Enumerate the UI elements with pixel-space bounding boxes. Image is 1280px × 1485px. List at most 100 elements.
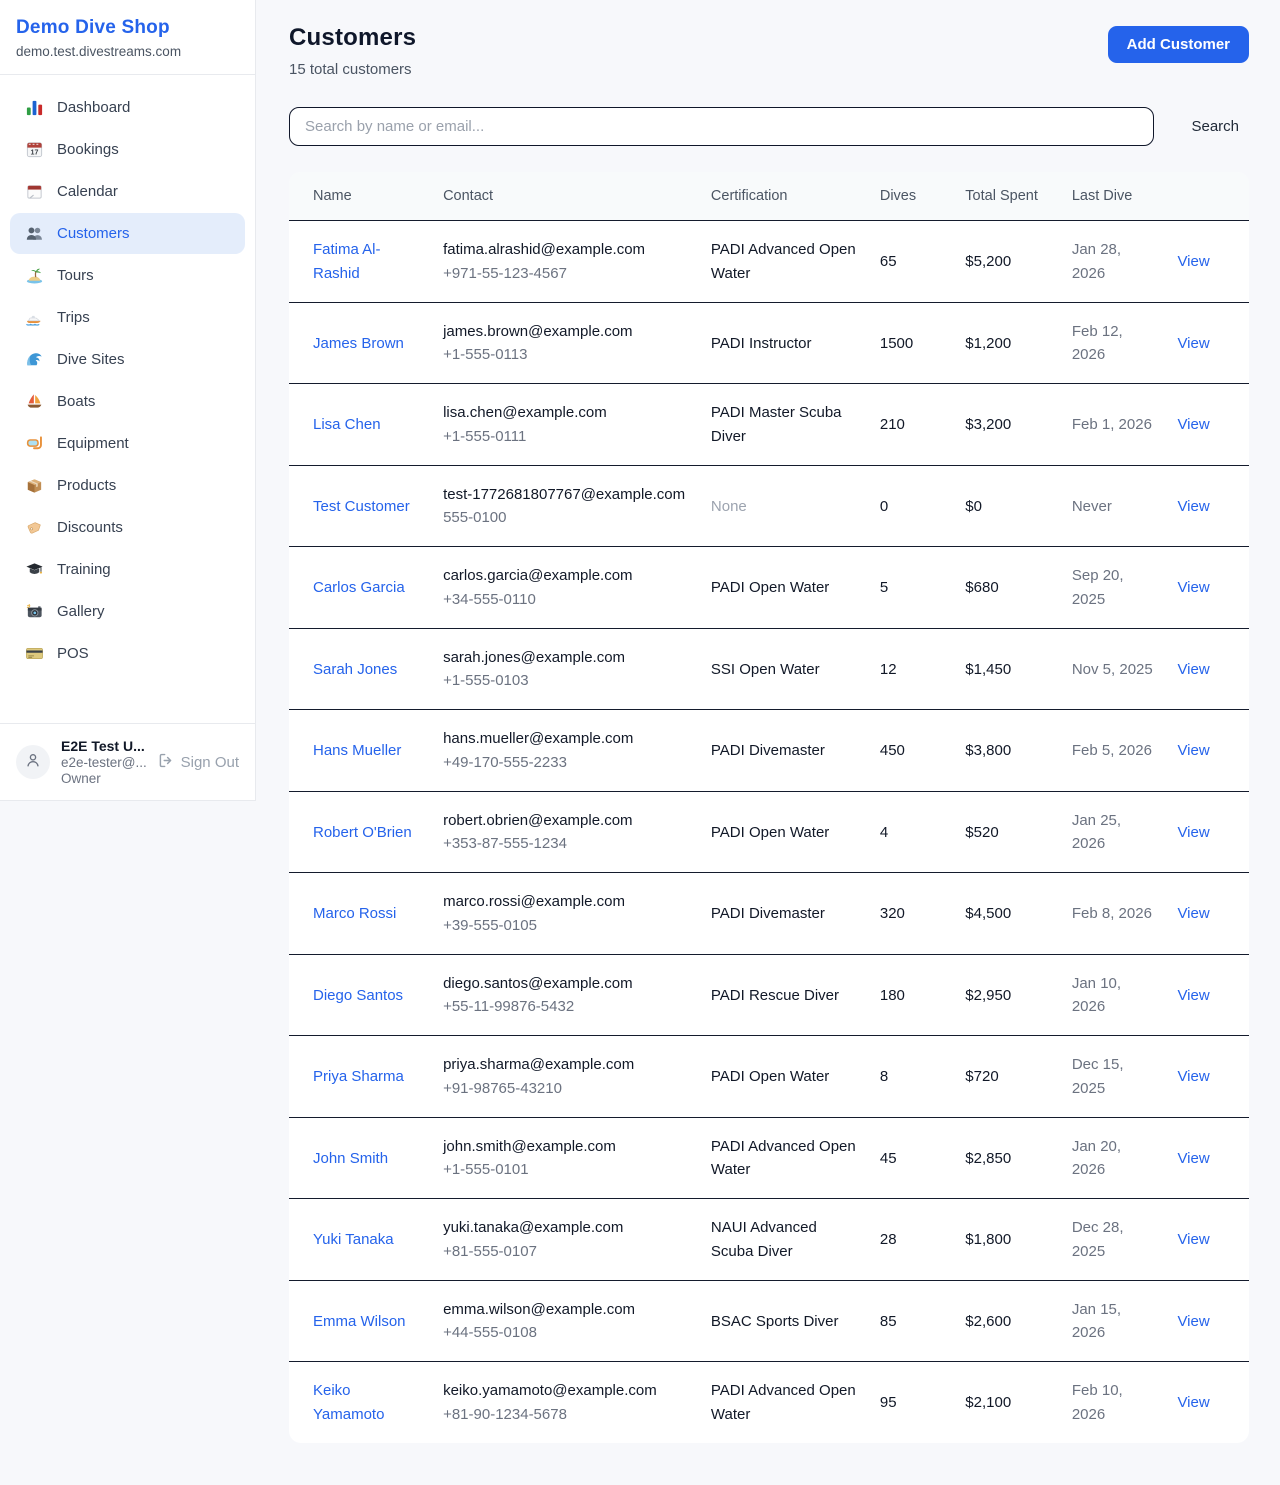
customer-name-link[interactable]: Emma Wilson bbox=[313, 1313, 406, 1330]
search-input[interactable] bbox=[289, 107, 1154, 146]
customer-name-link[interactable]: Sarah Jones bbox=[313, 661, 397, 678]
customer-name-link[interactable]: Lisa Chen bbox=[313, 416, 381, 433]
sidebar-item-discounts[interactable]: Discounts bbox=[10, 507, 245, 548]
customer-email: sarah.jones@example.com bbox=[443, 646, 687, 669]
credit-card-icon bbox=[24, 644, 44, 664]
customer-email: diego.santos@example.com bbox=[443, 972, 687, 995]
dives-cell: 28 bbox=[868, 1199, 953, 1281]
sign-out-button[interactable]: Sign Out bbox=[157, 752, 239, 773]
customer-phone: +1-555-0111 bbox=[443, 425, 687, 448]
view-link[interactable]: View bbox=[1177, 824, 1209, 841]
last-dive-cell: Jan 28, 2026 bbox=[1060, 221, 1166, 303]
customer-name-link[interactable]: Priya Sharma bbox=[313, 1068, 404, 1085]
sidebar-item-boats[interactable]: Boats bbox=[10, 381, 245, 422]
contact-cell: robert.obrien@example.com+353-87-555-123… bbox=[431, 791, 699, 873]
customer-name-link[interactable]: Robert O'Brien bbox=[313, 824, 412, 841]
view-link[interactable]: View bbox=[1177, 661, 1209, 678]
dives-cell: 450 bbox=[868, 710, 953, 792]
brand: Demo Dive Shop demo.test.divestreams.com bbox=[0, 0, 255, 75]
column-header-last-dive: Last Dive bbox=[1060, 172, 1166, 221]
view-link[interactable]: View bbox=[1177, 742, 1209, 759]
view-link[interactable]: View bbox=[1177, 579, 1209, 596]
certification-cell: PADI Master Scuba Diver bbox=[699, 384, 868, 466]
view-link[interactable]: View bbox=[1177, 987, 1209, 1004]
last-dive-cell: Dec 15, 2025 bbox=[1060, 1036, 1166, 1118]
sidebar-item-dive-sites[interactable]: Dive Sites bbox=[10, 339, 245, 380]
view-link[interactable]: View bbox=[1177, 1150, 1209, 1167]
dives-cell: 95 bbox=[868, 1362, 953, 1443]
user-role: Owner bbox=[61, 771, 146, 786]
last-dive-cell: Feb 12, 2026 bbox=[1060, 302, 1166, 384]
sidebar-item-tours[interactable]: Tours bbox=[10, 255, 245, 296]
dives-cell: 180 bbox=[868, 954, 953, 1036]
dives-cell: 45 bbox=[868, 1117, 953, 1199]
view-link[interactable]: View bbox=[1177, 335, 1209, 352]
customer-name-link[interactable]: Fatima Al-Rashid bbox=[313, 241, 381, 281]
customer-phone: +1-555-0101 bbox=[443, 1158, 687, 1181]
dive-mask-icon bbox=[24, 434, 44, 454]
contact-cell: lisa.chen@example.com+1-555-0111 bbox=[431, 384, 699, 466]
customer-phone: +1-555-0113 bbox=[443, 343, 687, 366]
view-link[interactable]: View bbox=[1177, 416, 1209, 433]
customer-phone: +39-555-0105 bbox=[443, 914, 687, 937]
table-row: Yuki Tanaka yuki.tanaka@example.com+81-55… bbox=[289, 1199, 1249, 1281]
customer-name-link[interactable]: Marco Rossi bbox=[313, 905, 396, 922]
view-link[interactable]: View bbox=[1177, 1231, 1209, 1248]
customer-email: james.brown@example.com bbox=[443, 320, 687, 343]
customer-name-link[interactable]: Yuki Tanaka bbox=[313, 1231, 394, 1248]
sidebar-item-products[interactable]: Products bbox=[10, 465, 245, 506]
avatar bbox=[16, 745, 50, 779]
speedboat-icon bbox=[24, 308, 44, 328]
sidebar-item-pos[interactable]: POS bbox=[10, 633, 245, 674]
sidebar-item-label: Dive Sites bbox=[57, 351, 125, 368]
main-content: Customers 15 total customers Add Custome… bbox=[256, 0, 1280, 1467]
view-link[interactable]: View bbox=[1177, 905, 1209, 922]
contact-cell: test-1772681807767@example.com555-0100 bbox=[431, 465, 699, 547]
sidebar-item-calendar[interactable]: Calendar bbox=[10, 171, 245, 212]
customer-email: robert.obrien@example.com bbox=[443, 809, 687, 832]
customer-email: priya.sharma@example.com bbox=[443, 1053, 687, 1076]
customer-name-link[interactable]: James Brown bbox=[313, 335, 404, 352]
view-link[interactable]: View bbox=[1177, 253, 1209, 270]
view-link[interactable]: View bbox=[1177, 1068, 1209, 1085]
customer-name-link[interactable]: Diego Santos bbox=[313, 987, 403, 1004]
sidebar-item-trips[interactable]: Trips bbox=[10, 297, 245, 338]
customer-phone: +81-555-0107 bbox=[443, 1240, 687, 1263]
customer-name-link[interactable]: Test Customer bbox=[313, 498, 410, 515]
table-row: Lisa Chen lisa.chen@example.com+1-555-011… bbox=[289, 384, 1249, 466]
view-link[interactable]: View bbox=[1177, 1313, 1209, 1330]
view-link[interactable]: View bbox=[1177, 498, 1209, 515]
contact-cell: keiko.yamamoto@example.com+81-90-1234-56… bbox=[431, 1362, 699, 1443]
sidebar-item-label: POS bbox=[57, 645, 89, 662]
sidebar-item-customers[interactable]: Customers bbox=[10, 213, 245, 254]
certification-cell: PADI Advanced Open Water bbox=[699, 221, 868, 303]
customers-icon bbox=[24, 224, 44, 244]
search-button[interactable]: Search bbox=[1181, 110, 1249, 143]
customer-name-link[interactable]: Hans Mueller bbox=[313, 742, 401, 759]
total-spent-cell: $2,850 bbox=[953, 1117, 1060, 1199]
contact-cell: yuki.tanaka@example.com+81-555-0107 bbox=[431, 1199, 699, 1281]
customer-email: hans.mueller@example.com bbox=[443, 727, 687, 750]
customer-name-link[interactable]: Carlos Garcia bbox=[313, 579, 405, 596]
contact-cell: emma.wilson@example.com+44-555-0108 bbox=[431, 1280, 699, 1362]
sidebar-item-training[interactable]: Training bbox=[10, 549, 245, 590]
sidebar-item-dashboard[interactable]: Dashboard bbox=[10, 87, 245, 128]
last-dive-cell: Feb 8, 2026 bbox=[1060, 873, 1166, 955]
customer-name-link[interactable]: John Smith bbox=[313, 1150, 388, 1167]
customer-name-link[interactable]: Keiko Yamamoto bbox=[313, 1382, 384, 1422]
brand-name[interactable]: Demo Dive Shop bbox=[16, 17, 239, 39]
table-row: Diego Santosdiego.santos@example.com+55-… bbox=[289, 954, 1249, 1036]
sidebar-item-equipment[interactable]: Equipment bbox=[10, 423, 245, 464]
sidebar-item-label: Equipment bbox=[57, 435, 129, 452]
total-spent-cell: $2,600 bbox=[953, 1280, 1060, 1362]
sidebar-item-label: Products bbox=[57, 477, 116, 494]
column-header-name: Name bbox=[289, 172, 431, 221]
contact-cell: john.smith@example.com+1-555-0101 bbox=[431, 1117, 699, 1199]
sidebar-item-gallery[interactable]: Gallery bbox=[10, 591, 245, 632]
table-row: Priya Sharmapriya.sharma@example.com+91-… bbox=[289, 1036, 1249, 1118]
total-spent-cell: $1,450 bbox=[953, 628, 1060, 710]
last-dive-cell: Jan 20, 2026 bbox=[1060, 1117, 1166, 1199]
sidebar-item-bookings[interactable]: 17Bookings bbox=[10, 129, 245, 170]
view-link[interactable]: View bbox=[1177, 1394, 1209, 1411]
add-customer-button[interactable]: Add Customer bbox=[1108, 26, 1249, 63]
